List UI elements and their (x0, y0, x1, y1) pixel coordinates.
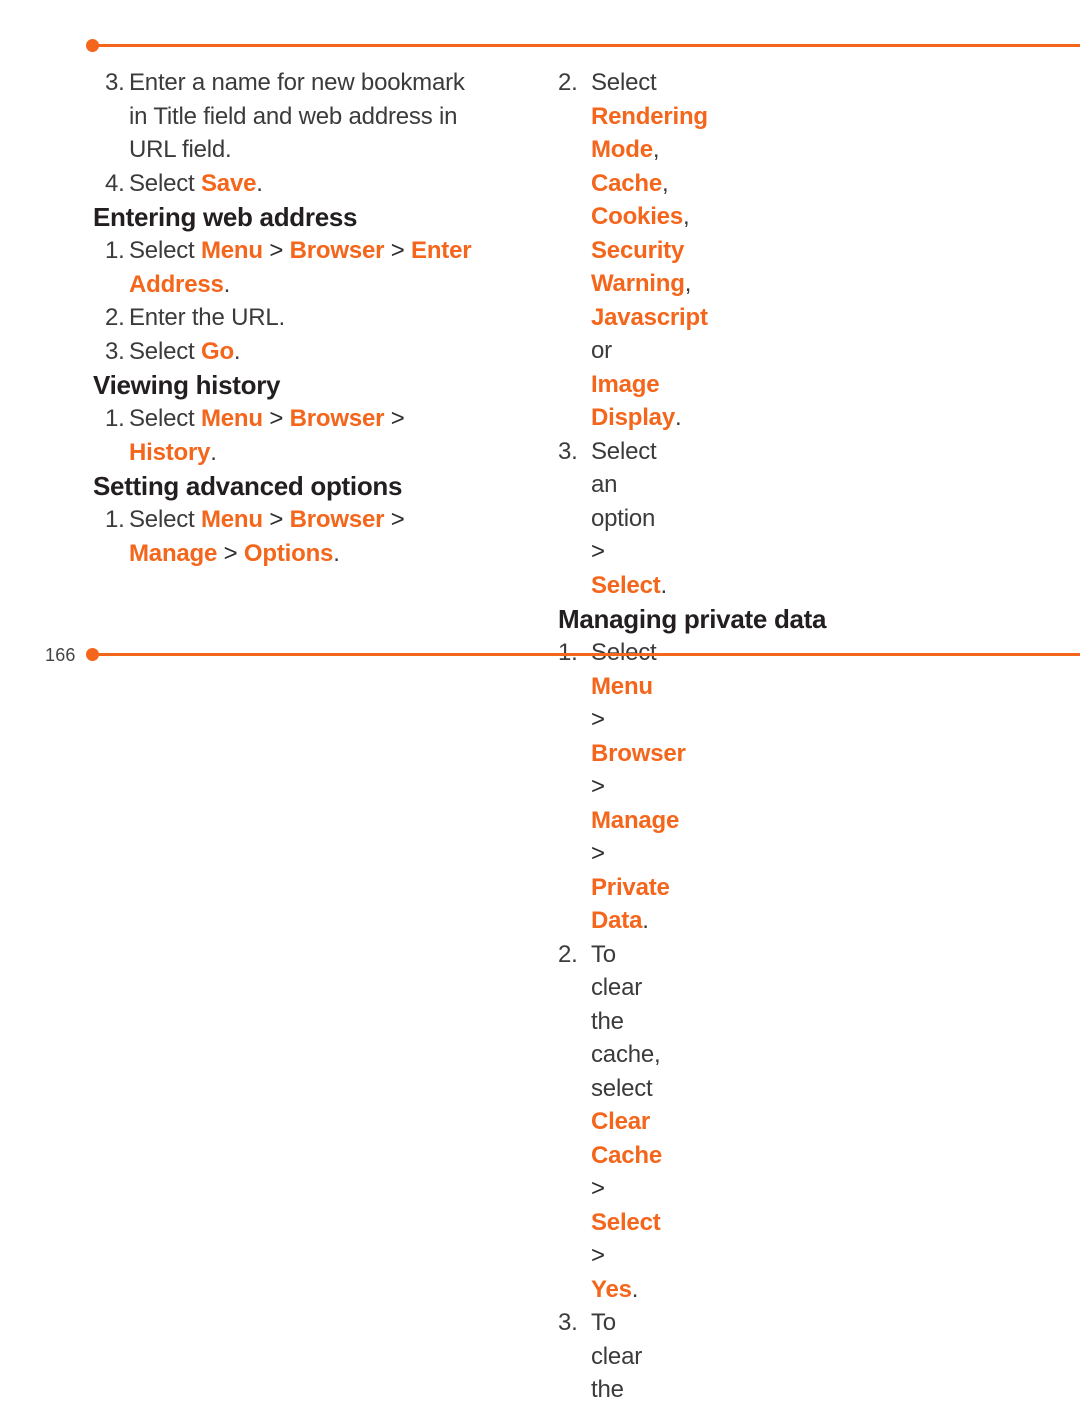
step-item: 1. Select Menu > Browser > History. (93, 402, 480, 469)
highlighted-term: Menu (200, 506, 263, 533)
body-text: Select (129, 169, 201, 197)
step-item: 3.To clear the cookies, select Clear Coo… (558, 1306, 642, 1408)
step-list: 1. Select Menu > Browser > History. (93, 402, 480, 469)
highlighted-term: Clear Cache (591, 1108, 663, 1169)
body-text: Select (129, 405, 201, 432)
step-item: 2. Select Rendering Mode, Cache, Cookies,… (558, 66, 708, 435)
body-text: . (223, 270, 231, 298)
step-list: 1. Select Menu > Browser > Manage > Optio… (93, 503, 480, 570)
body-text: Select (129, 506, 201, 533)
path-separator: > (262, 405, 290, 432)
step-number: 2. (558, 69, 578, 96)
highlighted-term: Private Data (591, 873, 670, 935)
header-rule-dot-icon (86, 39, 99, 52)
body-text: . (642, 907, 649, 934)
header-rule (92, 44, 1080, 47)
highlighted-term: Manage (591, 806, 680, 834)
body-text: Select (591, 69, 657, 96)
body-text: . (210, 438, 217, 466)
step-number: 3. (558, 1309, 578, 1336)
body-text: . (233, 337, 241, 365)
body-text: Select (129, 337, 201, 365)
highlighted-term: Image Display (591, 370, 675, 432)
step-item: 1. Select Menu > Browser > Manage > Optio… (93, 503, 480, 570)
body-text: . (256, 169, 263, 197)
step-item: 3. Enter a name for new bookmark in Title… (93, 66, 480, 167)
highlighted-term: Menu (591, 672, 653, 700)
path-separator: > (591, 538, 605, 565)
highlighted-term: Rendering Mode (591, 102, 708, 164)
highlighted-term: Security Warning (591, 236, 685, 298)
highlighted-term: Menu (200, 237, 263, 264)
step-item: 2. Enter the URL. (93, 301, 480, 335)
step-item: 2. To clear the cache, select Clear Cache… (558, 938, 662, 1307)
path-separator: > (384, 237, 412, 264)
step-number: 1. (105, 405, 125, 432)
path-separator: > (217, 539, 244, 567)
path-separator: > (262, 506, 290, 533)
body-text: , (684, 270, 692, 297)
highlighted-term: Go (200, 337, 234, 365)
body-text: . (631, 1275, 639, 1303)
step-item: 3. Select an option > Select. (558, 435, 667, 603)
body-text: . (660, 571, 668, 599)
step-item: 1. Select Menu > Browser > Enter Address. (93, 234, 480, 301)
page-number: 166 (45, 645, 76, 665)
highlighted-term: Browser (591, 739, 686, 767)
highlighted-term: Yes (591, 1275, 632, 1303)
step-number: 3. (105, 337, 125, 365)
body-text: Enter a name for new bookmark in Title f… (129, 69, 465, 163)
step-number: 2. (105, 304, 125, 331)
highlighted-term: Select (591, 1208, 661, 1236)
body-text: , (682, 203, 690, 230)
body-text: . (333, 539, 340, 567)
footer-rule-dot-icon (86, 648, 99, 661)
body-text: or (591, 337, 612, 364)
step-number: 3. (105, 69, 125, 96)
body-text: To clear the cache, select (591, 940, 661, 1102)
highlighted-term: Browser (289, 506, 385, 533)
path-separator: > (384, 506, 405, 533)
path-separator: > (591, 1242, 605, 1269)
body-text: Select (129, 237, 201, 264)
step-number: 1. (105, 506, 125, 533)
path-separator: > (591, 840, 605, 867)
path-separator: > (591, 1175, 605, 1202)
body-text: , (652, 136, 660, 163)
body-text: Select an option (591, 437, 657, 532)
highlighted-term: Cookies (591, 203, 683, 230)
highlighted-term: Select (591, 571, 661, 599)
step-number: 2. (558, 940, 578, 968)
highlighted-term: Save (200, 169, 257, 197)
step-item: 3. Select Go. (93, 335, 480, 369)
footer-rule (92, 653, 1080, 656)
path-separator: > (262, 237, 290, 264)
step-item: 1.Select Menu > Browser > Manage > Priva… (558, 636, 686, 938)
body-text: . (674, 404, 682, 431)
step-list: 3. Enter a name for new bookmark in Title… (93, 66, 480, 200)
highlighted-term: History (129, 438, 211, 466)
path-separator: > (384, 405, 405, 432)
path-separator: > (591, 773, 605, 800)
body-text: To clear the cookies, select (591, 1309, 643, 1403)
body-text: , (662, 169, 669, 197)
body-text: Enter the URL. (129, 304, 285, 331)
highlighted-term: Cache (591, 169, 663, 197)
step-item: 4. Select Save. (93, 167, 480, 201)
step-number: 1. (105, 237, 125, 264)
highlighted-term: Browser (289, 237, 385, 264)
highlighted-term: Browser (289, 405, 385, 432)
step-list: 1. Select Menu > Browser > Enter Address.… (93, 234, 480, 368)
step-number: 3. (558, 437, 578, 465)
path-separator: > (591, 706, 605, 733)
highlighted-term: Manage (129, 539, 218, 567)
highlighted-term: Options (243, 539, 334, 567)
page-columns: 3. Enter a name for new bookmark in Title… (0, 66, 1080, 1408)
step-number: 4. (105, 169, 125, 197)
highlighted-term: Menu (200, 405, 263, 432)
highlighted-term: Javascript (591, 303, 708, 331)
